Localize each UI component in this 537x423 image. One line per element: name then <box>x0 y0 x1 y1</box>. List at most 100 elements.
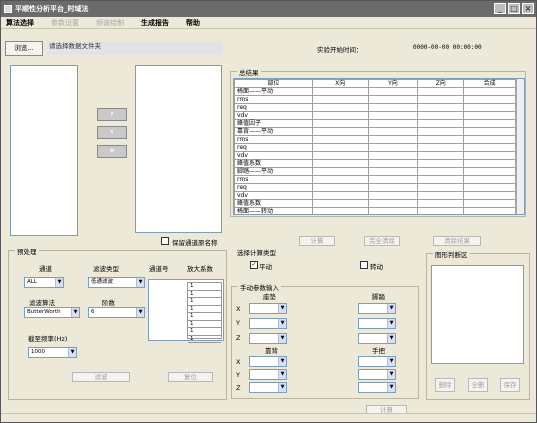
delete-all-button[interactable]: 全删 <box>468 378 488 392</box>
compute-button[interactable]: 计算 <box>299 236 335 246</box>
remove-channel-button[interactable]: ‹ <box>97 126 127 139</box>
hand-y-select[interactable]: ▼ <box>358 369 396 380</box>
results-cell <box>311 183 369 192</box>
seat-y-select[interactable]: ▼ <box>249 318 287 329</box>
title-bar: 平顺性分析平台_时域法 _ □ × <box>1 1 536 17</box>
gain-item[interactable]: 1 <box>188 291 221 298</box>
results-cell <box>463 103 516 112</box>
gain-item[interactable]: 1 <box>188 336 221 343</box>
results-cell <box>463 151 516 160</box>
gain-item[interactable]: 1 <box>188 328 221 336</box>
folder-path-field[interactable]: 请选择数据文件夹 <box>47 41 223 55</box>
start-time-value: 0000-00-00 00:00:00 <box>413 44 482 51</box>
channel-value: ALL <box>27 279 37 285</box>
menu-algorithm[interactable]: 算法选择 <box>6 18 34 28</box>
order-label: 阶数 <box>102 299 115 307</box>
results-row[interactable]: rms <box>234 175 516 184</box>
translate-checkbox[interactable]: ✓ <box>250 261 258 269</box>
results-cell <box>463 199 516 208</box>
preprocess-title: 预处理 <box>15 246 39 256</box>
menu-params[interactable]: 参数设置 <box>51 18 79 28</box>
results-row[interactable]: req <box>234 103 516 112</box>
graph-list[interactable] <box>431 265 524 364</box>
foot-x-select[interactable]: ▼ <box>358 303 396 314</box>
add-channel-button[interactable]: › <box>97 108 127 121</box>
results-row[interactable]: vdv <box>234 111 516 120</box>
translate-label: 平动 <box>259 263 272 271</box>
results-cell <box>367 167 419 176</box>
back-x-select[interactable]: ▼ <box>249 356 287 367</box>
menu-help[interactable]: 帮助 <box>186 18 200 28</box>
gain-item[interactable]: 1 <box>188 313 221 321</box>
results-cell <box>463 135 516 144</box>
results-row[interactable]: req <box>234 183 516 192</box>
menu-bar: 算法选择 参数设置 频谱绘制 生成报告 帮助 <box>1 17 536 29</box>
gain-item[interactable]: 1 <box>188 321 221 328</box>
foot-y-select[interactable]: ▼ <box>358 318 396 329</box>
minimize-icon[interactable]: _ <box>494 3 506 14</box>
gain-label: 放大系数 <box>187 265 213 273</box>
hand-z-select[interactable]: ▼ <box>358 382 396 393</box>
save-button[interactable]: 保存 <box>500 378 520 392</box>
channel-no-label: 通道号 <box>149 265 169 273</box>
results-cell <box>463 87 516 96</box>
results-cell <box>367 143 419 152</box>
seat-x-select[interactable]: ▼ <box>249 303 287 314</box>
rotate-checkbox[interactable] <box>360 261 368 269</box>
results-row[interactable]: 椅面——平动 <box>234 87 516 96</box>
back-z-select[interactable]: ▼ <box>249 382 287 393</box>
cutoff-label: 截至频率(Hz) <box>28 335 68 343</box>
gain-item[interactable]: 1 <box>188 298 221 306</box>
results-row[interactable]: vdv <box>234 151 516 160</box>
maximize-icon[interactable]: □ <box>508 3 520 14</box>
results-row[interactable]: 脚踏——平动 <box>234 167 516 176</box>
results-row[interactable]: 椅面——转动 <box>234 207 516 214</box>
filter-type-select[interactable]: 低通滤波 ▼ <box>88 277 145 288</box>
hand-x-select[interactable]: ▼ <box>358 356 396 367</box>
results-cell <box>311 191 369 200</box>
results-cell <box>463 207 516 214</box>
results-cell <box>417 87 465 96</box>
filter-algo-select[interactable]: ButterWorth ▼ <box>24 307 80 318</box>
channel-select[interactable]: ALL ▼ <box>24 277 64 288</box>
results-row[interactable]: 峰值因子 <box>234 119 516 128</box>
results-row[interactable]: rms <box>234 135 516 144</box>
col-x: X向 <box>311 79 369 88</box>
results-row[interactable]: 峰值系数 <box>234 159 516 168</box>
close-icon[interactable]: × <box>522 3 534 14</box>
source-channel-list[interactable] <box>10 65 78 236</box>
results-scrollbar[interactable] <box>516 79 524 214</box>
chevron-down-icon: ▼ <box>136 308 144 317</box>
foot-z-select[interactable]: ▼ <box>358 333 396 344</box>
chevron-down-icon: ▼ <box>387 319 395 328</box>
calc-type-title: 选择计算类型 <box>237 249 276 257</box>
results-row[interactable]: vdv <box>234 191 516 200</box>
col-total: 合成 <box>463 79 516 88</box>
selected-channel-list[interactable] <box>135 65 222 233</box>
back-y-select[interactable]: ▼ <box>249 369 287 380</box>
results-row[interactable]: 峰值系数 <box>234 199 516 208</box>
gain-item[interactable]: 1 <box>188 306 221 313</box>
gain-list[interactable]: 11111111 <box>187 282 222 343</box>
remove-all-channels-button[interactable]: « <box>97 145 127 158</box>
restore-button[interactable]: 复位 <box>168 372 213 382</box>
delete-button[interactable]: 删除 <box>435 378 455 392</box>
results-cell <box>417 191 465 200</box>
filter-button[interactable]: 滤波 <box>72 372 130 382</box>
results-row[interactable]: 靠背——平动 <box>234 127 516 136</box>
results-cell <box>417 207 465 214</box>
menu-report[interactable]: 生成报告 <box>141 18 169 28</box>
gain-item[interactable]: 1 <box>188 283 221 291</box>
clear-all-button[interactable]: 完全清除 <box>364 236 400 246</box>
status-bar <box>1 413 536 422</box>
seat-z-select[interactable]: ▼ <box>249 333 287 344</box>
keep-name-checkbox[interactable] <box>161 237 169 245</box>
browse-button[interactable]: 浏览... <box>5 41 43 56</box>
results-row[interactable]: req <box>234 143 516 152</box>
results-cell <box>367 103 419 112</box>
menu-spectrum[interactable]: 频谱绘制 <box>96 18 124 28</box>
clear-result-button[interactable]: 清除结果 <box>433 236 481 246</box>
results-row[interactable]: rms <box>234 95 516 104</box>
cutoff-select[interactable]: 1000 ▼ <box>28 347 77 358</box>
order-select[interactable]: 6 ▼ <box>88 307 145 318</box>
